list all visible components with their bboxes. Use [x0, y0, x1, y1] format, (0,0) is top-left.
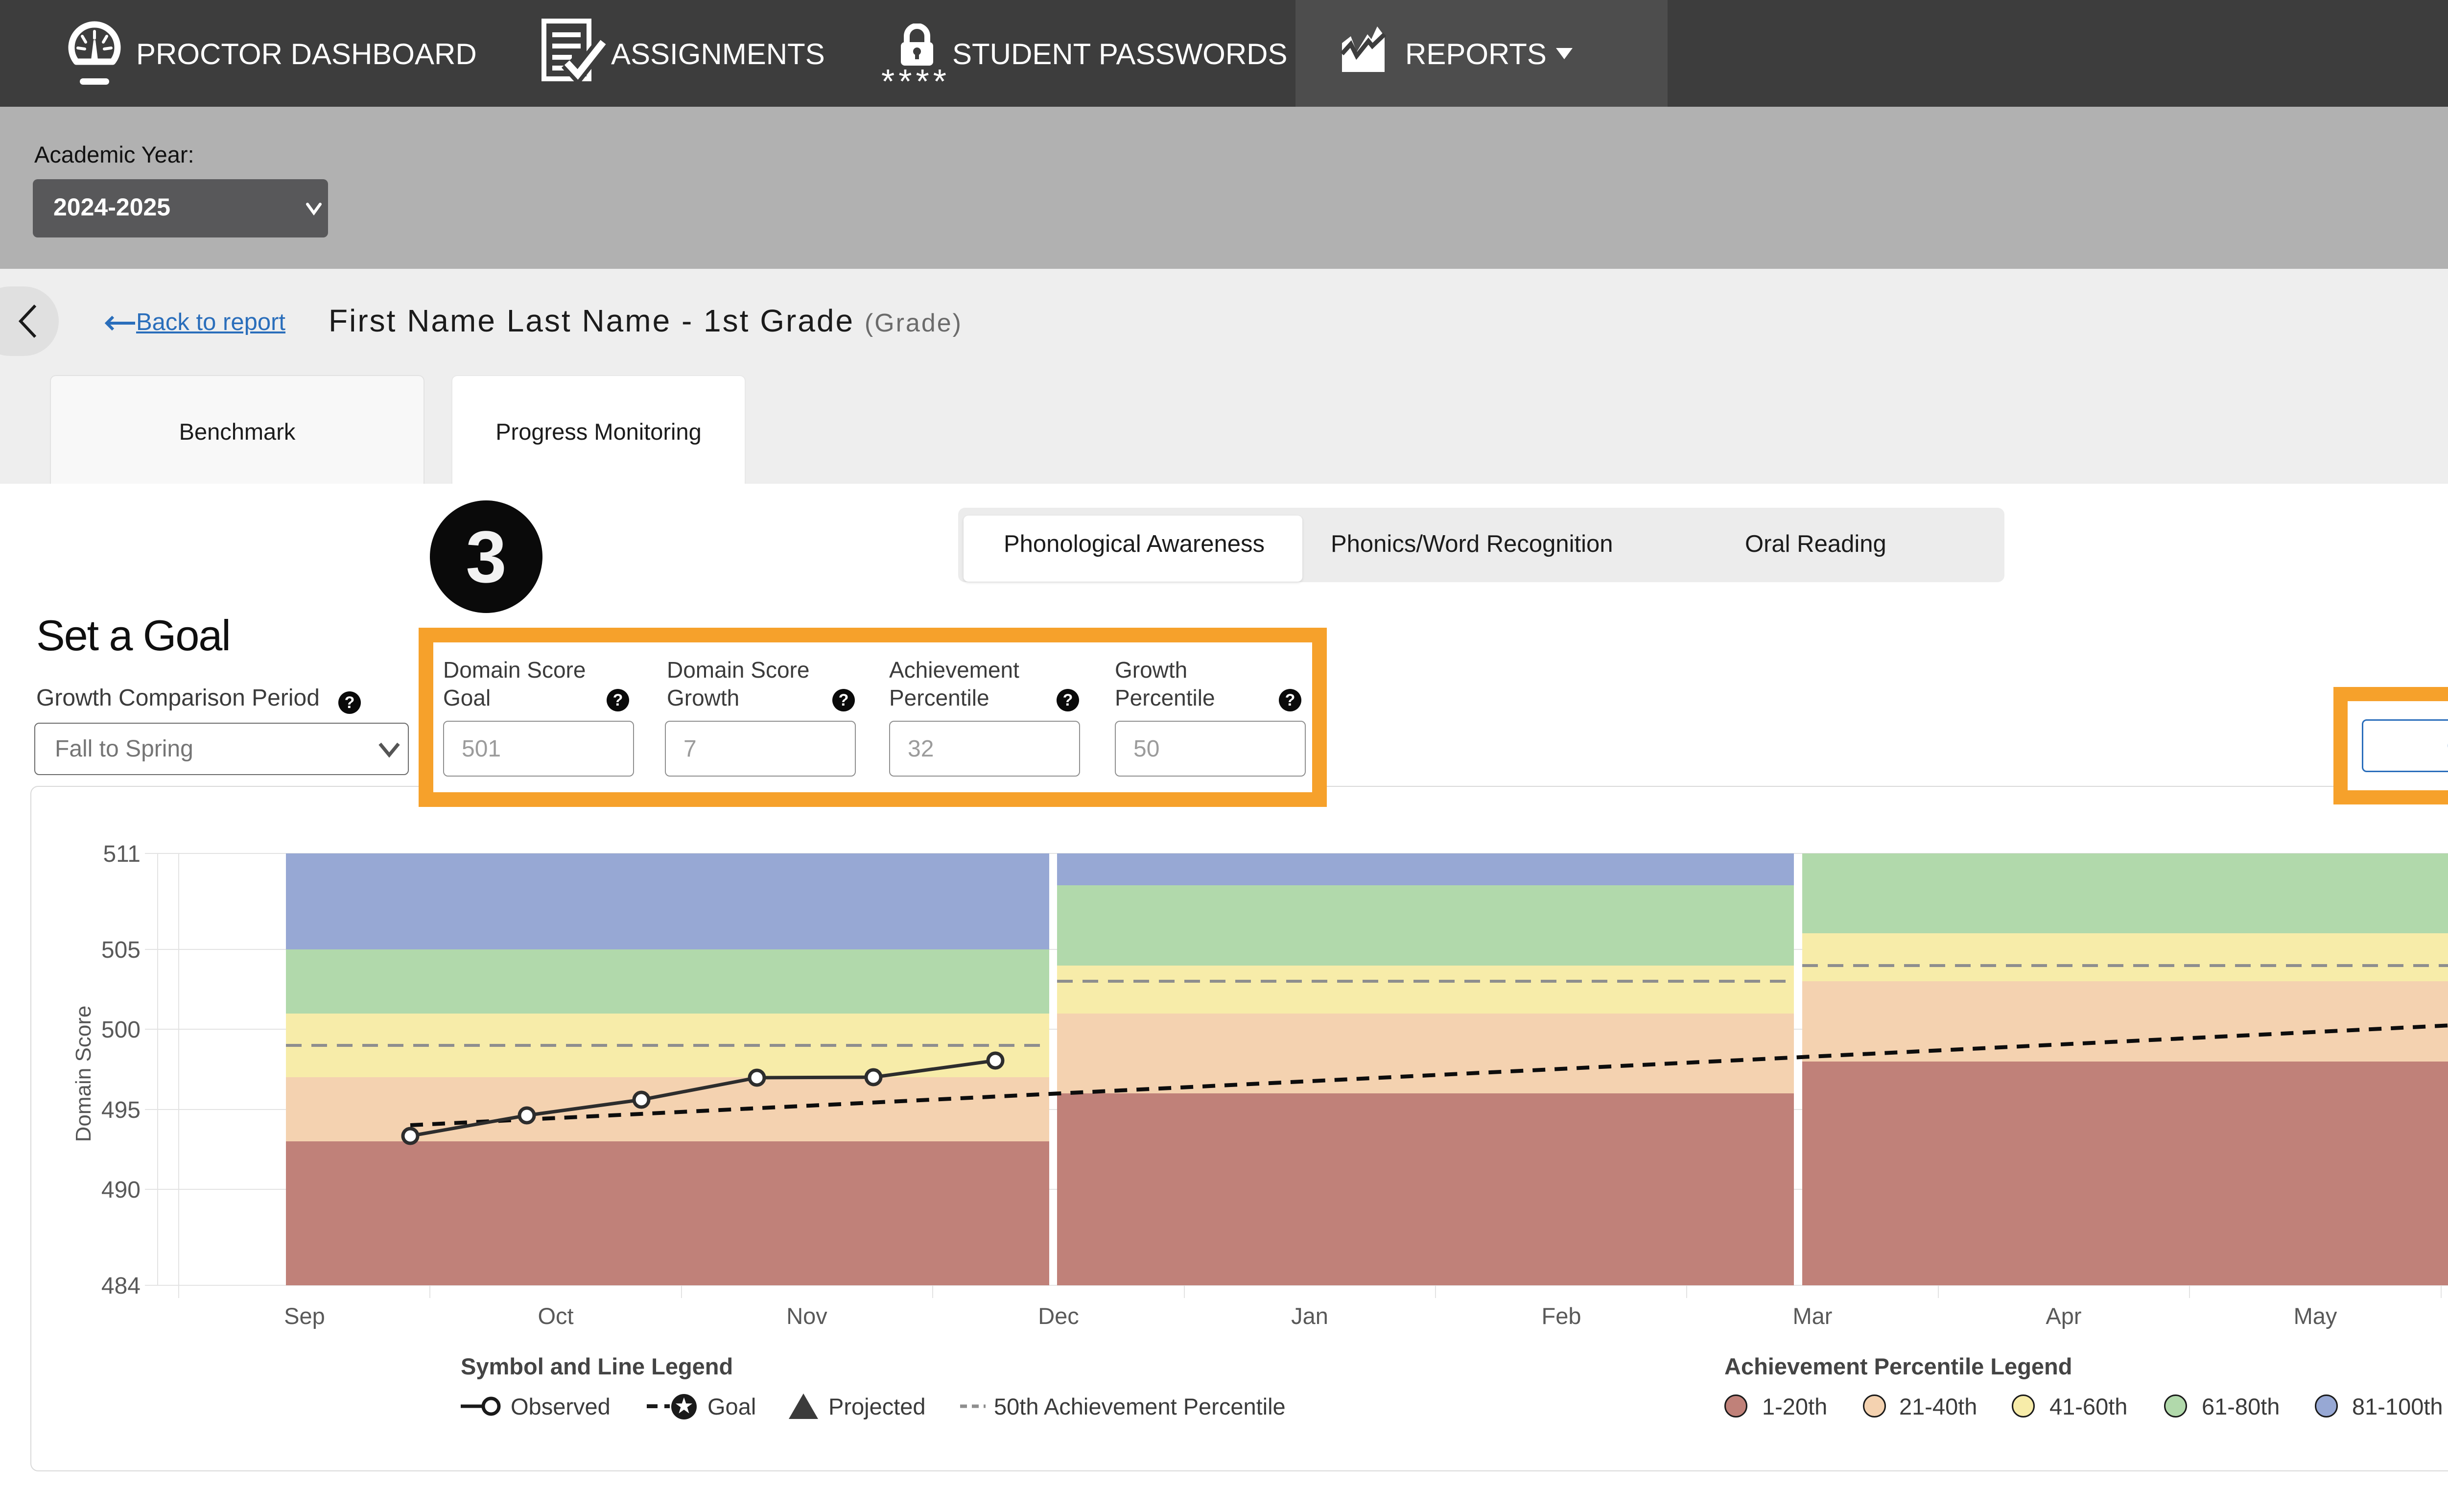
svg-text:Nov: Nov: [786, 1303, 827, 1329]
svg-text:Feb: Feb: [1542, 1303, 1581, 1329]
svg-text:490: 490: [101, 1177, 141, 1203]
svg-text:Mar: Mar: [1793, 1303, 1833, 1329]
svg-text:484: 484: [101, 1273, 141, 1299]
svg-text:May: May: [2294, 1303, 2337, 1329]
svg-text:Oct: Oct: [538, 1303, 573, 1329]
svg-text:Sep: Sep: [284, 1303, 325, 1329]
svg-text:Domain Score: Domain Score: [71, 1006, 95, 1142]
svg-text:Jan: Jan: [1291, 1303, 1328, 1329]
svg-text:Apr: Apr: [2046, 1303, 2081, 1329]
svg-text:505: 505: [101, 937, 141, 963]
svg-text:Dec: Dec: [1038, 1303, 1079, 1329]
svg-text:495: 495: [101, 1097, 141, 1123]
svg-text:511: 511: [103, 841, 141, 867]
svg-text:500: 500: [101, 1017, 141, 1043]
